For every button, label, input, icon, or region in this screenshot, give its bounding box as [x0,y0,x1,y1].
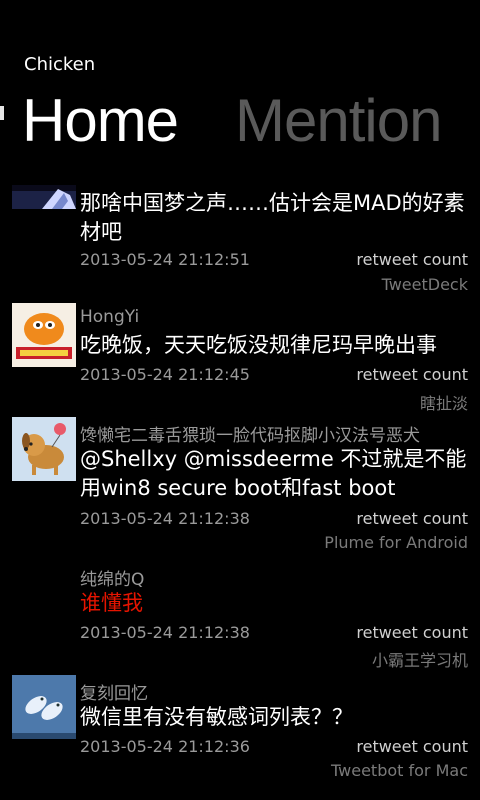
avatar-image [12,185,76,209]
tab-mention[interactable]: Mention [235,86,442,155]
tweet-author[interactable]: 复刻回忆 [80,679,148,704]
avatar-image [12,417,76,481]
retweet-count: retweet count [356,737,468,756]
avatar-image [12,675,76,739]
previous-tab-edge[interactable] [0,106,4,120]
tweet-text: 谁懂我 [80,591,143,615]
tweet-date: 2013-05-24 21:12:38 [80,509,250,528]
retweet-count: retweet count [356,250,468,269]
tweet-source: Plume for Android [324,533,468,552]
tweet-item[interactable]: HongYi 吃晚饭，天天吃饭没规律尼玛早晚出事 2013-05-24 21:1… [0,303,480,413]
pivot-header: Home Mention [0,86,480,166]
tweet-date: 2013-05-24 21:12:45 [80,365,250,384]
tweet-text: 那啥中国梦之声……估计会是MAD的好素材吧 [80,191,465,244]
tweet-source: 瞎扯淡 [419,394,468,413]
tweet-item[interactable]: 纯绵的Q 谁懂我 2013-05-24 21:12:38 retweet cou… [0,561,480,671]
avatar-image [12,303,76,367]
tab-home[interactable]: Home [22,86,179,155]
app-title: Chicken [24,54,96,75]
tweet-item[interactable]: 那啥中国梦之声……估计会是MAD的好素材吧 2013-05-24 21:12:5… [0,185,480,300]
tweet-author[interactable]: 纯绵的Q [80,565,144,590]
tweet-item[interactable]: 复刻回忆 微信里有没有敏感词列表？？ 2013-05-24 21:12:36 r… [0,675,480,800]
tweet-source: TweetDeck [381,275,468,294]
tweet-item[interactable]: 馋懒宅二毒舌猥琐一脸代码抠脚小汉法号恶犬 @Shellxy @missdeerm… [0,417,480,557]
retweet-count: retweet count [356,509,468,528]
tweet-author[interactable]: HongYi [80,307,139,327]
tweet-source: Tweetbot for Mac [331,761,468,780]
retweet-count: retweet count [356,623,468,642]
tweet-source: 小霸王学习机 [371,651,468,670]
tweet-date: 2013-05-24 21:12:36 [80,737,250,756]
tweet-text: 微信里有没有敏感词列表？？ [80,705,353,729]
tweet-date: 2013-05-24 21:12:51 [80,250,250,269]
tweet-text: @Shellxy @missdeerme 不过就是不能用win8 secure … [80,447,467,500]
avatar[interactable] [12,675,76,739]
tweet-author[interactable]: 馋懒宅二毒舌猥琐一脸代码抠脚小汉法号恶犬 [80,421,420,446]
avatar[interactable] [12,417,76,481]
tweet-list[interactable]: 那啥中国梦之声……估计会是MAD的好素材吧 2013-05-24 21:12:5… [0,185,480,800]
avatar[interactable] [12,303,76,367]
tweet-text: 吃晚饭，天天吃饭没规律尼玛早晚出事 [80,333,437,357]
avatar[interactable] [12,185,76,209]
tweet-date: 2013-05-24 21:12:38 [80,623,250,642]
retweet-count: retweet count [356,365,468,384]
